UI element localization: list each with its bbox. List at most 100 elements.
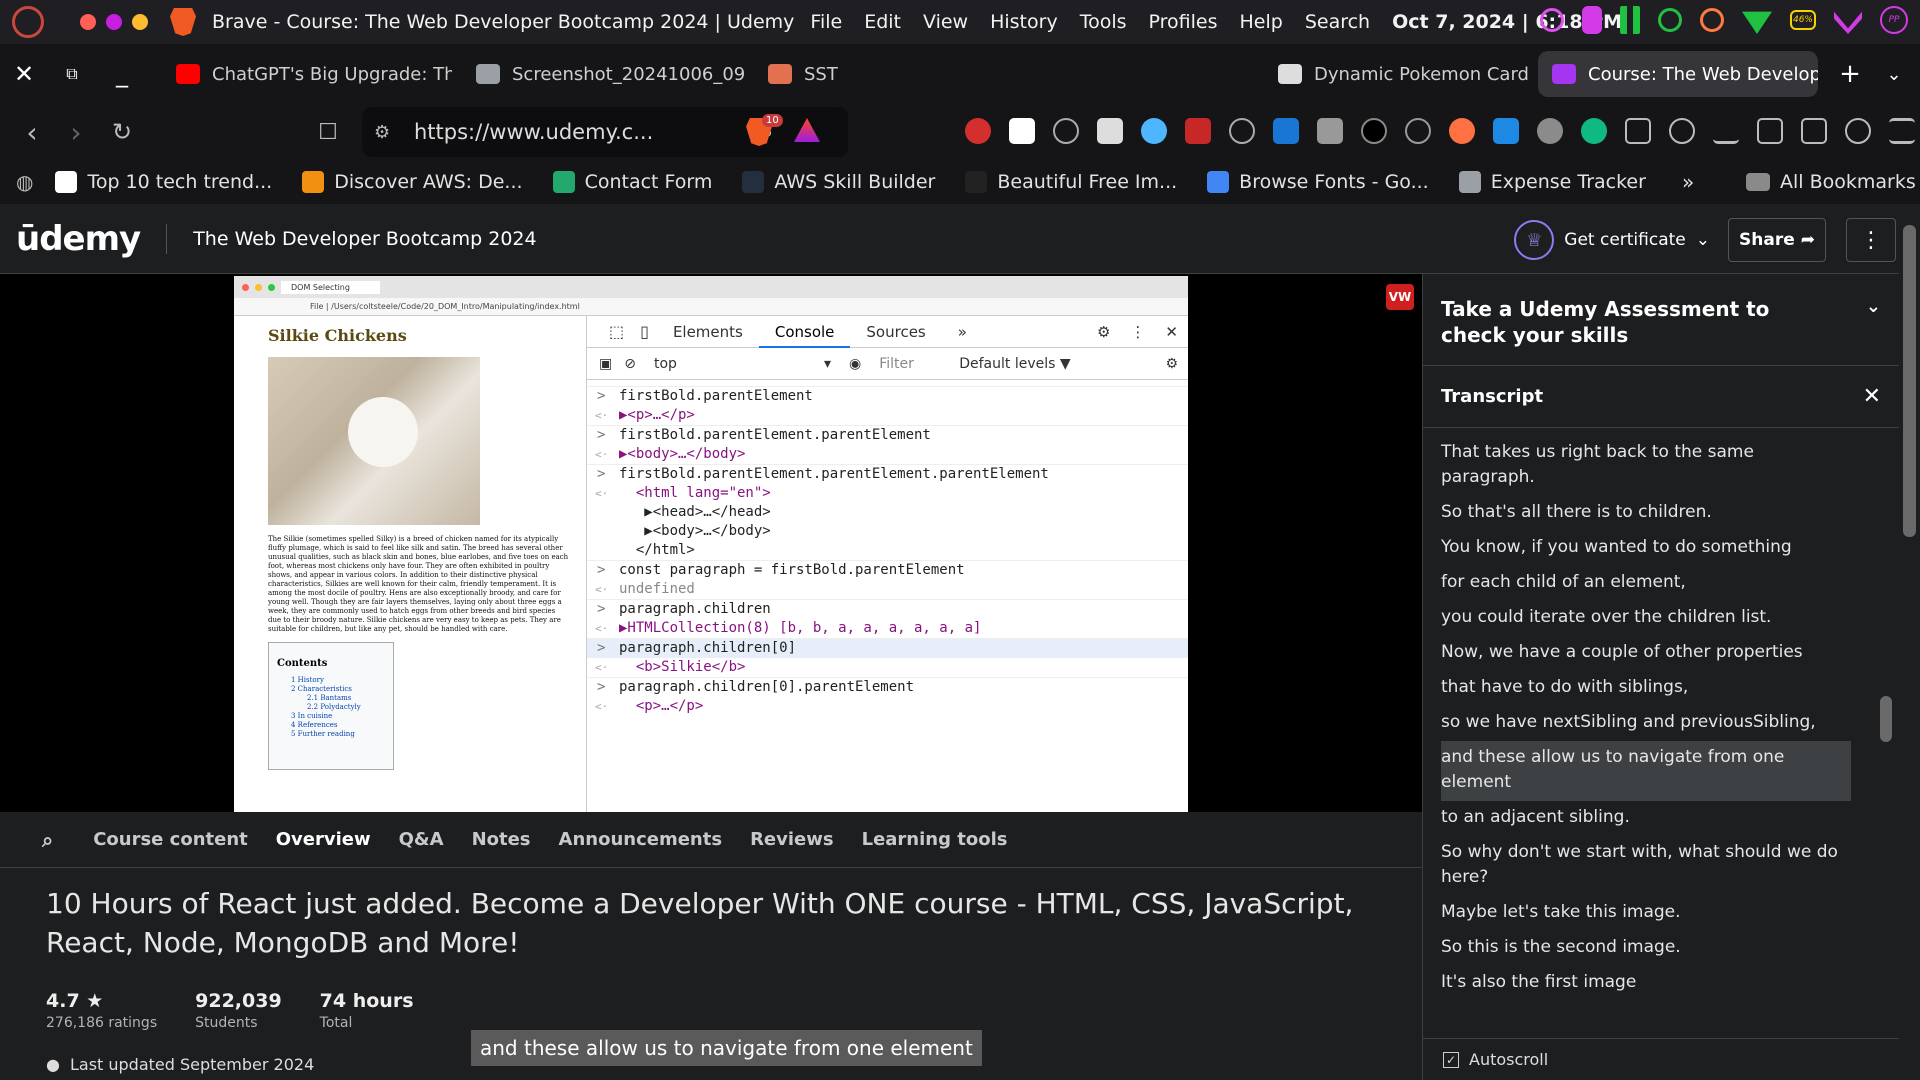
- transcript-line[interactable]: so we have nextSibling and previousSibli…: [1441, 706, 1851, 741]
- new-tab-icon[interactable]: +: [1838, 59, 1862, 89]
- bookmark-item[interactable]: Contact Form: [552, 171, 712, 193]
- volume-icon[interactable]: [1658, 8, 1682, 32]
- wallet-icon[interactable]: [1801, 118, 1827, 144]
- transcript-line[interactable]: Now, we have a couple of other propertie…: [1441, 636, 1851, 671]
- extension-openai-icon[interactable]: [1361, 118, 1387, 144]
- transcript-line[interactable]: and these allow us to navigate from one …: [1441, 741, 1851, 801]
- search-icon[interactable]: ⌕: [42, 828, 53, 852]
- chevron-down-icon[interactable]: ⌄: [1866, 294, 1881, 320]
- minimize-window-icon[interactable]: [106, 14, 122, 30]
- extension-grid-icon[interactable]: [1317, 118, 1343, 144]
- menu-item-file[interactable]: File: [810, 11, 842, 33]
- globe-icon[interactable]: ◍: [16, 170, 33, 194]
- bookmark-item[interactable]: Discover AWS: De...: [302, 171, 523, 193]
- back-icon[interactable]: ‹: [12, 116, 52, 149]
- share-button[interactable]: Share ➦: [1728, 218, 1826, 262]
- close-window-icon[interactable]: [80, 14, 96, 30]
- zoom-window-icon[interactable]: [132, 14, 148, 30]
- avatar[interactable]: PP: [1880, 6, 1908, 34]
- minimize-icon[interactable]: _: [110, 60, 134, 88]
- pause-icon[interactable]: [1620, 6, 1640, 34]
- transcript-line[interactable]: for each child of an element,: [1441, 566, 1851, 601]
- extension-clipboard-icon[interactable]: [1097, 118, 1123, 144]
- tab-3[interactable]: Dynamic Pokemon Card Creati: [1264, 51, 1528, 97]
- transcript-line[interactable]: That takes us right back to the same par…: [1441, 436, 1851, 496]
- shield-icon[interactable]: [1540, 8, 1564, 32]
- course-title[interactable]: The Web Developer Bootcamp 2024: [193, 228, 536, 250]
- chevron-icon[interactable]: [1834, 11, 1862, 34]
- extension-vw-icon[interactable]: [965, 118, 991, 144]
- transcript-line[interactable]: that have to do with siblings,: [1441, 671, 1851, 706]
- menu-item-view[interactable]: View: [923, 11, 968, 33]
- transcript-line[interactable]: You know, if you wanted to do something: [1441, 531, 1851, 566]
- transcript-line[interactable]: So why don't we start with, what should …: [1441, 836, 1851, 896]
- bookmark-item[interactable]: Beautiful Free Im...: [965, 171, 1177, 193]
- get-certificate-button[interactable]: ♕ Get certificate ⌄: [1514, 220, 1710, 260]
- reload-icon[interactable]: ↻: [102, 118, 142, 146]
- extension-eye-icon[interactable]: [1581, 118, 1607, 144]
- transcript-line[interactable]: to an adjacent sibling.: [1441, 801, 1851, 836]
- more-options-icon[interactable]: ⋮: [1846, 218, 1896, 262]
- autoscroll-toggle[interactable]: ✓ Autoscroll: [1423, 1038, 1900, 1080]
- udemy-logo[interactable]: ūdemy: [16, 219, 141, 259]
- extension-vw-overlay-icon[interactable]: VW: [1386, 284, 1414, 310]
- extension-spy-icon[interactable]: [1053, 118, 1079, 144]
- bookmark-item[interactable]: Expense Tracker: [1458, 171, 1646, 193]
- tile-icon[interactable]: ⧉: [60, 64, 84, 84]
- transcript-scrollbar[interactable]: [1880, 696, 1892, 742]
- menu-item-tools[interactable]: Tools: [1080, 11, 1127, 33]
- transcript-line[interactable]: Maybe let's take this image.: [1441, 896, 1851, 931]
- bookmark-item[interactable]: AWS Skill Builder: [742, 171, 935, 193]
- course-tab[interactable]: Notes: [472, 829, 531, 850]
- tab-1[interactable]: Screenshot_20241006_095222.: [462, 51, 744, 97]
- tab-4[interactable]: Course: The Web Develope✕: [1538, 51, 1818, 97]
- menu-item-profiles[interactable]: Profiles: [1149, 11, 1218, 33]
- all-bookmarks[interactable]: All Bookmarks: [1746, 171, 1916, 193]
- checkbox-checked-icon[interactable]: ✓: [1443, 1051, 1459, 1068]
- page-scrollbar-thumb[interactable]: [1903, 225, 1916, 537]
- transcript-line[interactable]: So that's all there is to children.: [1441, 496, 1851, 531]
- extension-book-icon[interactable]: [1185, 118, 1211, 144]
- extensions-puzzle-icon[interactable]: [1625, 118, 1651, 144]
- close-icon[interactable]: ✕: [12, 60, 36, 88]
- bookmark-item[interactable]: Top 10 tech trend...: [55, 171, 272, 193]
- course-tab[interactable]: Q&A: [399, 829, 444, 850]
- extension-translate-icon[interactable]: [1141, 118, 1167, 144]
- url-text[interactable]: https://www.udemy.c...: [414, 120, 653, 144]
- menu-item-edit[interactable]: Edit: [864, 11, 901, 33]
- extension-font-icon[interactable]: [1493, 118, 1519, 144]
- os-logo-icon[interactable]: [12, 6, 44, 38]
- transcript-line[interactable]: you could iterate over the children list…: [1441, 601, 1851, 636]
- video-player[interactable]: DOM Selecting File | /Users/coltsteele/C…: [0, 274, 1422, 1066]
- menu-item-search[interactable]: Search: [1305, 11, 1370, 33]
- download-icon[interactable]: [1713, 118, 1739, 144]
- media-icon[interactable]: [1669, 118, 1695, 144]
- transcript-line[interactable]: that has the class of square on it.: [1441, 1001, 1851, 1008]
- note-icon[interactable]: [1582, 6, 1602, 34]
- assessment-banner[interactable]: Take a Udemy Assessment to check your sk…: [1423, 274, 1899, 366]
- extension-blue-icon[interactable]: [1273, 118, 1299, 144]
- forward-icon[interactable]: ›: [56, 116, 96, 149]
- extension-alarm-icon[interactable]: [1229, 118, 1255, 144]
- course-tab[interactable]: Learning tools: [862, 829, 1008, 850]
- extension-user-icon[interactable]: [1537, 118, 1563, 144]
- page-scrollbar[interactable]: [1899, 215, 1920, 1080]
- menu-item-history[interactable]: History: [990, 11, 1058, 33]
- tab-list-chevron-icon[interactable]: ⌄: [1882, 64, 1906, 85]
- transcript-line[interactable]: So this is the second image.: [1441, 931, 1851, 966]
- battery-icon[interactable]: 46%: [1790, 10, 1816, 30]
- bookmark-icon[interactable]: ☐: [308, 120, 348, 145]
- sidebar-icon[interactable]: [1757, 118, 1783, 144]
- course-tab[interactable]: Reviews: [750, 829, 834, 850]
- bookmark-item[interactable]: Browse Fonts - Go...: [1207, 171, 1429, 193]
- bulb-icon[interactable]: [1700, 8, 1724, 32]
- close-transcript-icon[interactable]: ✕: [1863, 384, 1881, 409]
- leo-ai-icon[interactable]: [1845, 118, 1871, 144]
- menu-icon[interactable]: [1889, 118, 1915, 144]
- tab-0[interactable]: ChatGPT's Big Upgrade: The IN: [162, 51, 452, 97]
- site-settings-icon[interactable]: ⚙: [374, 122, 390, 143]
- bookmarks-more-icon[interactable]: »: [1682, 170, 1694, 194]
- extension-web-icon[interactable]: [1405, 118, 1431, 144]
- menu-item-help[interactable]: Help: [1240, 11, 1283, 33]
- course-tab[interactable]: Course content: [93, 829, 248, 850]
